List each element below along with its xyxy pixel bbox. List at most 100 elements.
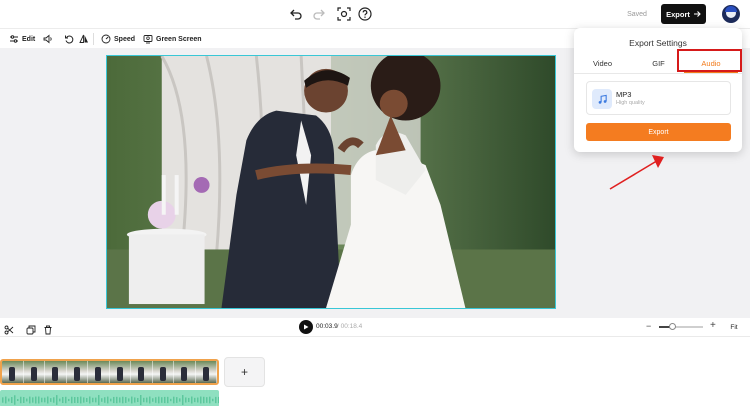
- annotation-arrow: [609, 155, 664, 190]
- top-bar: Saved Export: [0, 0, 750, 28]
- waveform-bar: [110, 398, 112, 402]
- waveform-bar: [149, 396, 151, 404]
- waveform-bar: [26, 398, 28, 402]
- speed-label: Speed: [114, 35, 136, 43]
- waveform-bar: [158, 396, 160, 404]
- waveform-bar: [92, 397, 94, 403]
- waveform-bar: [89, 396, 91, 404]
- waveform-bar: [113, 396, 115, 404]
- waveform: [2, 395, 219, 405]
- export-button-top[interactable]: Export: [661, 4, 706, 24]
- format-name: MP3: [616, 90, 632, 99]
- waveform-bar: [185, 397, 187, 403]
- waveform-bar: [53, 397, 55, 403]
- waveform-bar: [155, 397, 157, 403]
- add-clip-button[interactable]: +: [224, 357, 265, 387]
- trash-icon[interactable]: [43, 322, 53, 335]
- audio-waveform-track[interactable]: [0, 390, 219, 406]
- video-preview[interactable]: [106, 55, 556, 309]
- waveform-bar: [206, 397, 208, 403]
- waveform-bar: [146, 397, 148, 403]
- export-settings-panel: Export Settings Video GIF Audio MP3 High…: [574, 28, 742, 152]
- waveform-bar: [56, 395, 58, 405]
- timeline-controls: 00:03.9 / 00:18.4 − + Fit: [0, 318, 750, 336]
- waveform-bar: [194, 397, 196, 403]
- clip-thumbnail: [66, 361, 88, 383]
- waveform-bar: [41, 397, 43, 403]
- waveform-bar: [218, 396, 219, 404]
- waveform-bar: [134, 397, 136, 403]
- speed-tool[interactable]: Speed: [101, 32, 135, 46]
- tab-gif[interactable]: GIF: [640, 59, 677, 71]
- play-button[interactable]: [299, 320, 313, 334]
- undo-icon[interactable]: [289, 7, 303, 21]
- waveform-bar: [161, 397, 163, 403]
- fit-button[interactable]: Fit: [725, 321, 743, 333]
- green-screen-tool[interactable]: Green Screen: [143, 32, 202, 46]
- waveform-bar: [101, 398, 103, 402]
- tab-highlight-box: [677, 49, 742, 72]
- rotate-icon: [65, 35, 74, 44]
- waveform-bar: [107, 396, 109, 404]
- clip-thumbnail: [195, 361, 217, 383]
- waveform-bar: [50, 398, 52, 402]
- waveform-bar: [65, 396, 67, 404]
- flip-tool[interactable]: [79, 32, 89, 46]
- waveform-bar: [188, 397, 190, 403]
- waveform-bar: [200, 396, 202, 404]
- waveform-bar: [59, 398, 61, 402]
- volume-tool[interactable]: [43, 32, 53, 46]
- green-screen-label: Green Screen: [156, 35, 202, 43]
- waveform-bar: [98, 395, 100, 405]
- waveform-bar: [170, 398, 172, 402]
- waveform-bar: [164, 396, 166, 404]
- format-quality: High quality: [616, 100, 645, 106]
- waveform-bar: [5, 396, 7, 404]
- rotate-tool[interactable]: [64, 32, 74, 46]
- export-confirm-button[interactable]: Export: [586, 123, 731, 141]
- waveform-bar: [140, 395, 142, 405]
- clip-thumbnail: [88, 361, 110, 383]
- waveform-bar: [182, 395, 184, 405]
- zoom-slider-handle[interactable]: [668, 323, 676, 330]
- export-button-label: Export: [666, 9, 690, 19]
- waveform-bar: [215, 396, 217, 404]
- video-clip[interactable]: [0, 359, 219, 385]
- waveform-bar: [20, 396, 22, 404]
- fit-screen-icon[interactable]: [337, 7, 351, 21]
- edit-tool[interactable]: Edit: [9, 32, 35, 46]
- zoom-in-button[interactable]: +: [710, 320, 716, 331]
- waveform-bar: [38, 396, 40, 404]
- waveform-bar: [179, 398, 181, 402]
- scissors-icon[interactable]: [4, 322, 14, 335]
- waveform-bar: [2, 397, 4, 403]
- waveform-bar: [122, 396, 124, 404]
- waveform-bar: [95, 397, 97, 403]
- avatar[interactable]: [722, 5, 740, 23]
- waveform-bar: [116, 396, 118, 404]
- wedding-dance-image: [107, 56, 555, 308]
- sliders-icon: [10, 35, 18, 43]
- format-option-mp3[interactable]: MP3 High quality: [586, 81, 731, 115]
- waveform-bar: [8, 398, 10, 402]
- waveform-bar: [80, 396, 82, 404]
- duplicate-icon[interactable]: [26, 322, 36, 335]
- waveform-bar: [47, 396, 49, 404]
- tab-video[interactable]: Video: [584, 59, 621, 71]
- zoom-out-button[interactable]: −: [646, 321, 651, 331]
- music-note-icon: [592, 89, 612, 109]
- help-icon[interactable]: [358, 7, 372, 21]
- waveform-bar: [68, 398, 70, 402]
- waveform-bar: [212, 398, 214, 402]
- zoom-slider[interactable]: [659, 326, 703, 328]
- speed-icon: [101, 34, 111, 44]
- waveform-bar: [104, 397, 106, 403]
- redo-icon[interactable]: [312, 7, 326, 21]
- waveform-bar: [32, 397, 34, 403]
- timeline-tracks: +: [0, 336, 750, 406]
- total-time: / 00:18.4: [337, 323, 363, 330]
- toolbar-divider: [93, 33, 94, 45]
- clip-thumbnail: [45, 361, 67, 383]
- waveform-bar: [86, 398, 88, 402]
- waveform-bar: [173, 396, 175, 404]
